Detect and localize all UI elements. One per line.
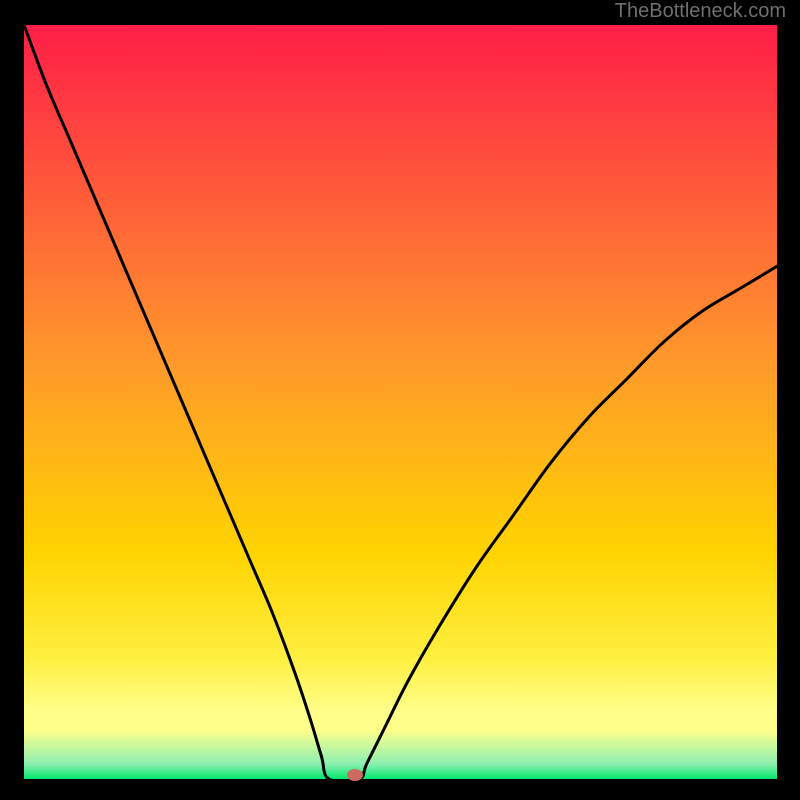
marker-dot [347, 769, 363, 781]
watermark-text: TheBottleneck.com [615, 0, 786, 23]
bottleneck-curve [24, 25, 777, 779]
outer-frame: TheBottleneck.com [0, 0, 800, 800]
plot-area [24, 25, 777, 779]
